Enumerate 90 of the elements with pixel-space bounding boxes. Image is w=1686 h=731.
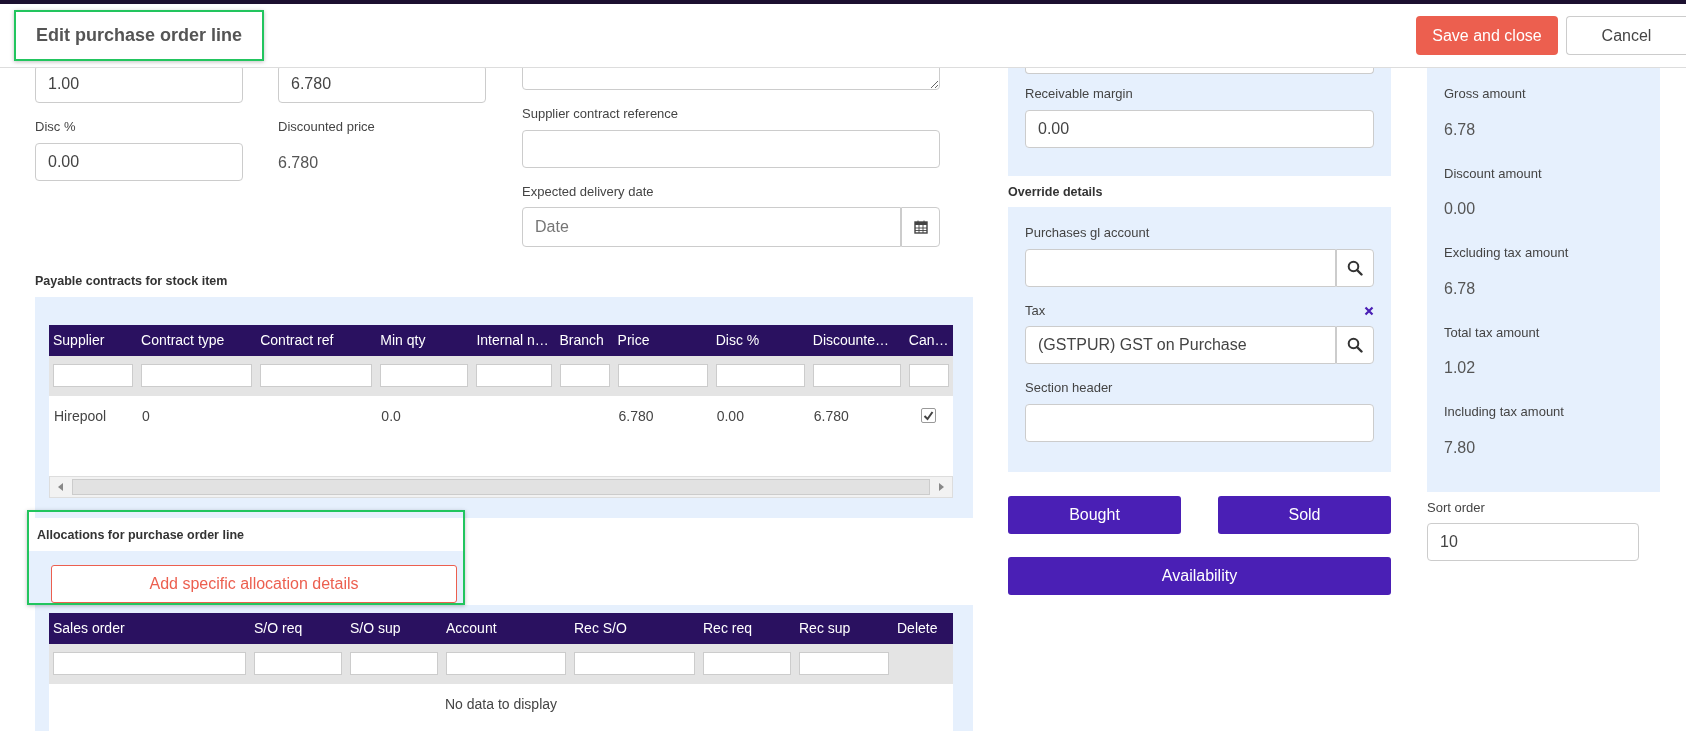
column-header[interactable]: Branch bbox=[555, 324, 614, 356]
empty-message: No data to display bbox=[444, 695, 558, 712]
close-icon[interactable] bbox=[1364, 305, 1374, 316]
table-cell: Hirepool bbox=[54, 408, 107, 425]
table-cell: 6.780 bbox=[813, 408, 849, 425]
field-label: Excluding tax amount bbox=[1444, 244, 1570, 262]
filter-field[interactable] bbox=[559, 364, 610, 388]
filter-field[interactable] bbox=[53, 652, 246, 675]
column-header[interactable]: Price bbox=[613, 324, 712, 356]
dialog-title: Edit purchase order line bbox=[36, 25, 243, 45]
search-button[interactable] bbox=[1335, 326, 1374, 365]
contract-reference-field[interactable] bbox=[522, 129, 940, 168]
column-header[interactable]: Sales order bbox=[49, 612, 250, 644]
action-button[interactable]: Bought bbox=[1008, 495, 1181, 534]
quantity-field[interactable]: 1.00 bbox=[35, 68, 243, 103]
column-header[interactable]: Disc % bbox=[711, 324, 809, 356]
field-label: Supplier contract reference bbox=[522, 105, 680, 123]
column-header[interactable]: Supplier bbox=[49, 324, 138, 356]
field-label: Sort order bbox=[1427, 499, 1486, 517]
column-header[interactable]: Contract type bbox=[137, 324, 257, 356]
field-label: Expected delivery date bbox=[522, 182, 655, 201]
tax-field[interactable]: (GSTPUR) GST on Purchase bbox=[1025, 326, 1336, 365]
field-label: Discount amount bbox=[1444, 164, 1543, 183]
amount-value: 7.80 bbox=[1444, 437, 1477, 458]
filter-field[interactable] bbox=[53, 364, 134, 388]
table-cell: 0 bbox=[142, 408, 150, 425]
horizontal-scrollbar[interactable] bbox=[49, 475, 953, 498]
column-header[interactable]: Account bbox=[442, 612, 570, 644]
field-label: Disc % bbox=[35, 118, 77, 136]
filter-field[interactable] bbox=[446, 652, 566, 675]
field-label: Gross amount bbox=[1444, 85, 1527, 103]
field-label: Total tax amount bbox=[1444, 323, 1541, 342]
filter-field[interactable] bbox=[380, 364, 469, 388]
column-header[interactable]: Rec req bbox=[699, 612, 795, 644]
amount-value: 6.78 bbox=[1444, 278, 1477, 299]
field-label: Including tax amount bbox=[1444, 403, 1565, 421]
filter-field[interactable] bbox=[350, 652, 438, 675]
filter-field[interactable] bbox=[715, 364, 805, 388]
checkbox[interactable] bbox=[921, 408, 937, 424]
column-header[interactable]: S/O req bbox=[250, 612, 346, 644]
calendar-icon bbox=[913, 220, 928, 234]
search-icon bbox=[1346, 337, 1363, 354]
sort-order-field[interactable]: 10 bbox=[1427, 522, 1639, 561]
receivable-margin-field[interactable]: 0.00 bbox=[1025, 109, 1374, 148]
filter-field[interactable] bbox=[260, 364, 373, 388]
column-header[interactable]: Internal n… bbox=[472, 324, 556, 356]
filter-field[interactable] bbox=[141, 364, 253, 388]
table-cell: 0.00 bbox=[716, 408, 744, 425]
calendar-button[interactable] bbox=[901, 207, 940, 247]
column-header[interactable]: Delete bbox=[893, 612, 953, 644]
account-field[interactable] bbox=[1025, 248, 1336, 287]
column-header[interactable]: S/O sup bbox=[346, 612, 442, 644]
section-heading: Payable contracts for stock item bbox=[35, 273, 229, 290]
table-cell: 0.0 bbox=[381, 408, 401, 425]
action-button[interactable]: Availability bbox=[1008, 556, 1391, 595]
amount-value: 0.00 bbox=[1444, 199, 1477, 219]
column-header[interactable]: Discounte… bbox=[808, 324, 905, 356]
filter-field[interactable] bbox=[476, 364, 552, 388]
search-icon bbox=[1346, 259, 1363, 276]
scroll-right-icon[interactable] bbox=[936, 481, 946, 492]
amount-value: 6.78 bbox=[1444, 119, 1477, 140]
filter-field[interactable] bbox=[799, 652, 889, 675]
column-header[interactable]: Rec S/O bbox=[570, 612, 699, 644]
cancel-button[interactable]: Cancel bbox=[1566, 16, 1686, 55]
filter-field[interactable] bbox=[908, 364, 949, 388]
table-cell: 6.780 bbox=[618, 408, 654, 425]
field-label: Receivable margin bbox=[1025, 85, 1134, 103]
filter-field[interactable] bbox=[617, 364, 708, 388]
discount-field[interactable]: 0.00 bbox=[35, 142, 243, 181]
field-label: Discounted price bbox=[278, 118, 376, 136]
action-button[interactable]: Sold bbox=[1218, 495, 1391, 534]
filter-field[interactable] bbox=[254, 652, 342, 675]
field-label: Section header bbox=[1025, 379, 1114, 398]
search-button[interactable] bbox=[1335, 248, 1374, 287]
section-heading: Allocations for purchase order line bbox=[37, 526, 245, 544]
field-label: Tax bbox=[1025, 301, 1046, 320]
filter-field[interactable] bbox=[812, 364, 901, 388]
column-header[interactable]: Min qty bbox=[376, 324, 473, 356]
filter-field[interactable] bbox=[703, 652, 791, 675]
section-heading: Override details bbox=[1008, 183, 1104, 201]
filter-field[interactable] bbox=[574, 652, 695, 675]
field-label: Purchases gl account bbox=[1025, 224, 1150, 243]
amount-value: 1.02 bbox=[1444, 358, 1477, 378]
column-header[interactable]: Rec sup bbox=[795, 612, 893, 644]
price-field[interactable]: 6.780 bbox=[278, 68, 486, 103]
section-header-field[interactable] bbox=[1025, 403, 1374, 442]
scroll-left-icon[interactable] bbox=[56, 481, 66, 492]
column-header[interactable]: Contract ref bbox=[256, 324, 377, 356]
column-header[interactable]: Can… bbox=[904, 324, 953, 356]
field-value: 6.780 bbox=[278, 152, 320, 173]
